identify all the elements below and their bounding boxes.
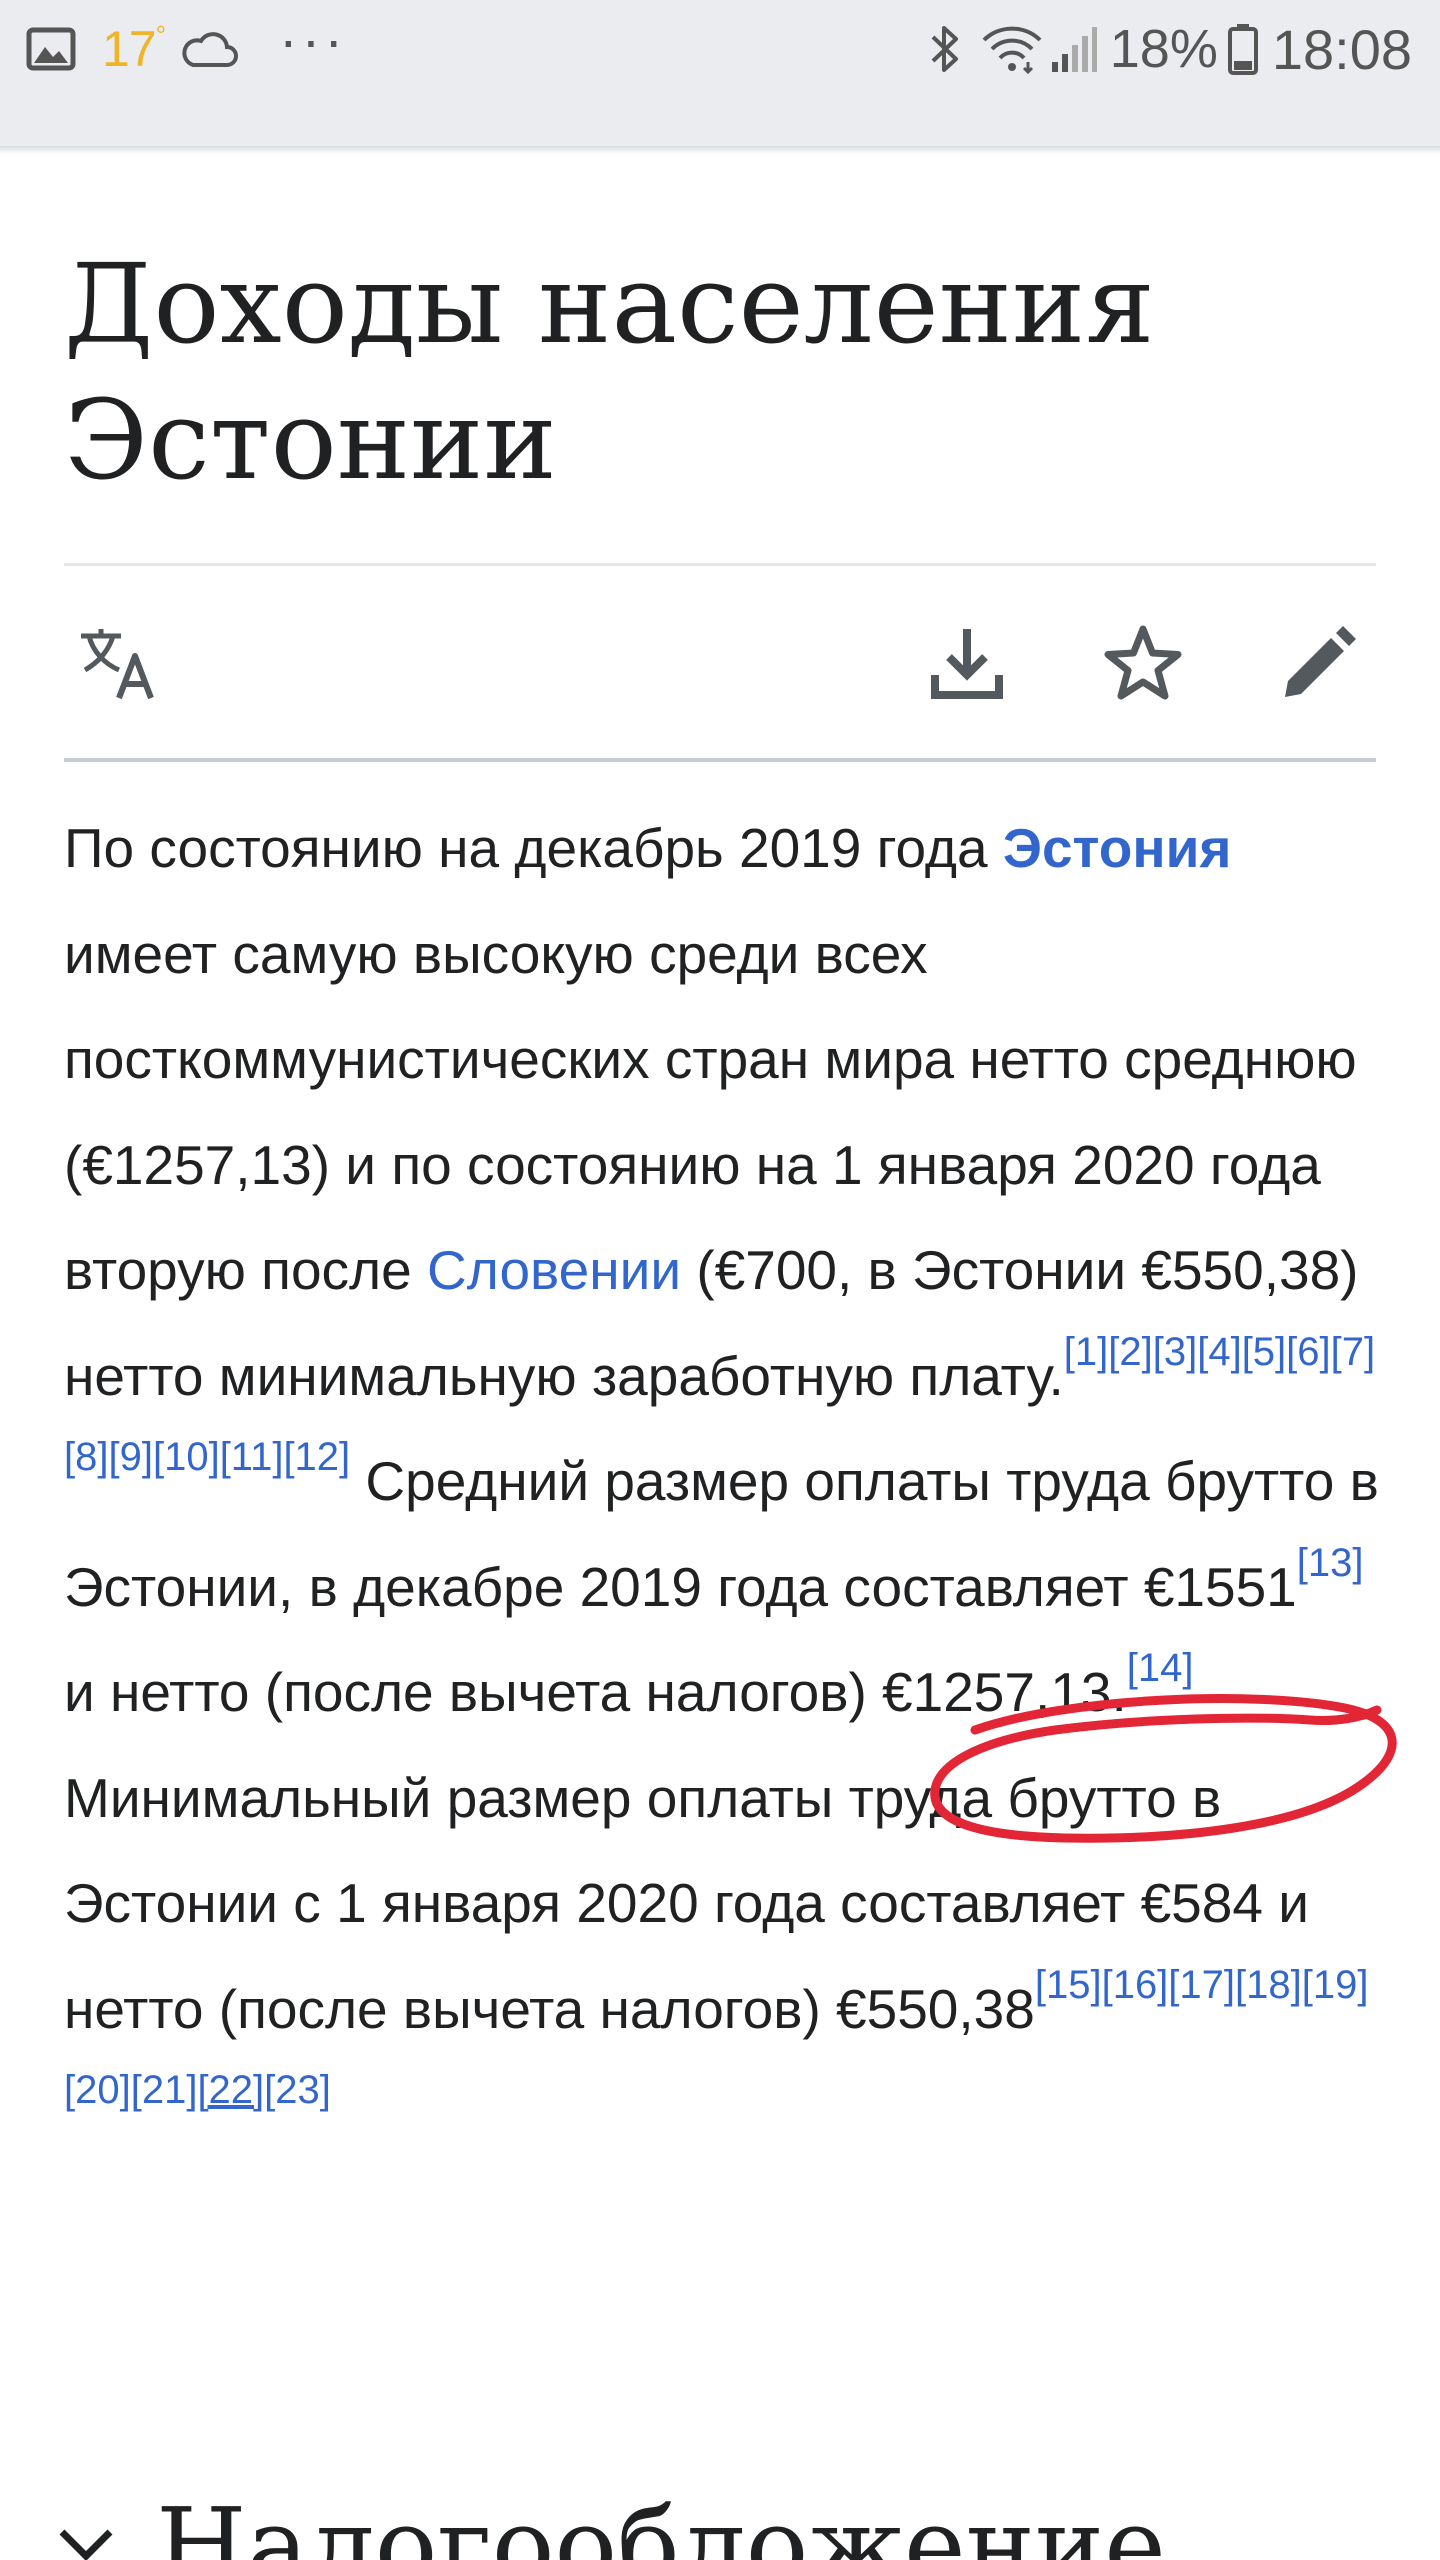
citation-link[interactable]: [11] (220, 1435, 284, 1479)
translate-icon (77, 626, 161, 704)
citation-link[interactable]: [19] (1302, 1963, 1369, 2007)
text-segment: и нетто (после вычета налогов) €1257,13. (64, 1661, 1127, 1723)
signal-icon (1050, 24, 1098, 74)
citation-link[interactable]: [18] (1235, 1963, 1302, 2007)
citation-link[interactable]: [9] (108, 1435, 152, 1479)
link-slovenia[interactable]: Словении (427, 1239, 681, 1301)
star-icon (1103, 624, 1183, 706)
citation-link[interactable]: [1] (1064, 1330, 1108, 1374)
citation-link[interactable]: [2] (1108, 1330, 1152, 1374)
citation-link[interactable]: [21] (131, 2068, 198, 2112)
chevron-down-icon (56, 2524, 116, 2560)
edit-button[interactable] (1274, 620, 1364, 710)
citation-link[interactable]: [20] (64, 2068, 131, 2112)
citation-link[interactable]: [4] (1197, 1330, 1241, 1374)
download-button[interactable] (922, 620, 1012, 710)
wifi-icon (980, 22, 1044, 76)
gallery-icon (26, 27, 76, 71)
toolbar-divider (64, 758, 1376, 762)
weather-temperature: 17° (102, 20, 166, 77)
citation-link[interactable]: [22] (197, 2068, 264, 2112)
citation-14: [14] (1127, 1646, 1194, 1690)
article-paragraph: По состоянию на декабрь 2019 года Эстони… (64, 796, 1394, 2168)
more-notifications: ··· (279, 7, 347, 71)
citation-link[interactable]: [16] (1102, 1963, 1169, 2007)
watch-star-button[interactable] (1098, 620, 1188, 710)
page-title: Доходы населения Эстонии (64, 240, 1155, 504)
battery-percentage: 18% (1109, 19, 1218, 79)
citation-link[interactable]: [3] (1153, 1330, 1197, 1374)
citation-link[interactable]: [13] (1297, 1541, 1364, 1585)
link-estonia[interactable]: Эстония (1003, 817, 1232, 879)
citation-link[interactable]: [5] (1242, 1330, 1286, 1374)
status-left: 17° ··· (26, 8, 347, 84)
edit-icon (1281, 625, 1357, 705)
status-bar: 17° ··· 18% 18:08 (0, 0, 1440, 152)
section-heading-taxation[interactable]: Налогообложение (56, 2485, 1166, 2560)
citation-link[interactable]: [17] (1168, 1963, 1235, 2007)
title-divider (64, 563, 1376, 566)
section-title: Налогообложение (156, 2485, 1166, 2560)
citation-link[interactable]: [23] (264, 2068, 331, 2112)
battery-icon (1227, 23, 1258, 75)
citation-link[interactable]: [8] (64, 1435, 108, 1479)
cloud-icon (179, 29, 239, 69)
download-icon (929, 625, 1005, 705)
language-button[interactable] (74, 620, 164, 710)
status-right: 18% 18:08 (928, 14, 1412, 84)
citation-link[interactable]: [6] (1286, 1330, 1330, 1374)
text-segment: По состоянию на декабрь 2019 года (64, 817, 1003, 879)
citation-link[interactable]: [7] (1331, 1330, 1375, 1374)
citation-13: [13] (1297, 1541, 1364, 1585)
citation-link[interactable]: [10] (153, 1435, 220, 1479)
citation-link[interactable]: [12] (283, 1435, 350, 1479)
status-bar-shadow (0, 146, 1440, 154)
citation-link[interactable]: [14] (1127, 1646, 1194, 1690)
citation-link[interactable]: [15] (1035, 1963, 1102, 2007)
bluetooth-icon (928, 22, 962, 76)
clock: 18:08 (1271, 17, 1412, 81)
